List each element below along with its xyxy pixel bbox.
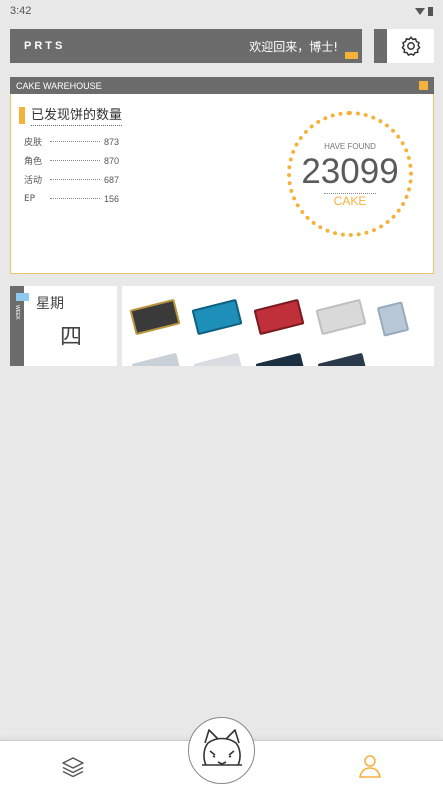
stat-row-skin: 皮肤 873 bbox=[24, 132, 119, 151]
found-counter: HAVE FOUND 23099 CAKE bbox=[287, 111, 413, 237]
stat-leader bbox=[50, 160, 100, 161]
warehouse-title: CAKE WAREHOUSE bbox=[16, 80, 102, 91]
app-logo: PRTS bbox=[24, 40, 66, 52]
cake-gallery bbox=[122, 286, 434, 366]
settings-button[interactable] bbox=[374, 29, 434, 63]
cake-card[interactable] bbox=[253, 298, 305, 336]
stat-label: EP bbox=[24, 193, 36, 204]
stat-leader bbox=[50, 141, 100, 142]
week-accent bbox=[16, 293, 29, 301]
stat-row-ep: EP 156 bbox=[24, 189, 119, 208]
found-counter-content: HAVE FOUND 23099 CAKE bbox=[291, 115, 409, 233]
cake-card[interactable] bbox=[315, 298, 367, 336]
mascot-icon bbox=[201, 728, 242, 766]
wifi-icon bbox=[415, 7, 425, 15]
stat-label: 角色 bbox=[24, 157, 43, 167]
stat-row-character: 角色 870 bbox=[24, 151, 119, 170]
found-label: HAVE FOUND bbox=[324, 142, 376, 151]
app-header: PRTS 欢迎回来，博士! bbox=[10, 29, 362, 63]
stat-row-event: 活动 687 bbox=[24, 170, 119, 189]
week-day: 四 bbox=[60, 325, 83, 350]
cake-card[interactable] bbox=[193, 352, 245, 366]
mascot-button[interactable] bbox=[188, 717, 255, 784]
week-side-text: WEEK bbox=[14, 305, 20, 320]
user-icon[interactable] bbox=[358, 753, 382, 783]
settings-stripe bbox=[374, 29, 387, 63]
settings-gear-icon bbox=[387, 29, 434, 63]
title-accent-bar bbox=[19, 106, 25, 124]
status-time: 3:42 bbox=[10, 5, 32, 17]
stat-leader bbox=[50, 179, 100, 180]
cake-card[interactable] bbox=[191, 298, 243, 336]
welcome-text: 欢迎回来，博士! bbox=[249, 39, 338, 54]
week-label: 星期 bbox=[36, 296, 64, 312]
stat-label: 活动 bbox=[24, 176, 43, 186]
cake-card[interactable] bbox=[255, 352, 307, 366]
warehouse-bar: CAKE WAREHOUSE bbox=[10, 77, 434, 94]
stat-value: 873 bbox=[103, 136, 119, 147]
status-bar: 3:42 bbox=[0, 0, 443, 22]
warehouse-panel: 已发现饼的数量 皮肤 873 角色 870 活动 687 EP 156 HAVE… bbox=[10, 94, 434, 274]
cake-card[interactable] bbox=[129, 298, 181, 336]
section-title-text: 已发现饼的数量 bbox=[31, 104, 123, 126]
layers-icon[interactable] bbox=[60, 755, 86, 783]
found-unit: CAKE bbox=[323, 193, 377, 208]
found-count: 23099 bbox=[301, 152, 399, 191]
cake-card[interactable] bbox=[131, 352, 183, 366]
stat-leader bbox=[50, 198, 100, 199]
header-accent bbox=[345, 52, 358, 59]
warehouse-accent bbox=[419, 81, 428, 90]
stat-value: 687 bbox=[103, 174, 119, 185]
section-title: 已发现饼的数量 bbox=[19, 104, 123, 126]
stat-value: 870 bbox=[103, 155, 119, 166]
cake-card[interactable] bbox=[376, 301, 410, 337]
stat-label: 皮肤 bbox=[24, 138, 43, 148]
stat-value: 156 bbox=[103, 193, 119, 204]
cake-card[interactable] bbox=[317, 352, 369, 366]
week-side-label: WEEK bbox=[10, 286, 29, 366]
battery-icon bbox=[428, 6, 433, 16]
stats-list: 皮肤 873 角色 870 活动 687 EP 156 bbox=[24, 132, 119, 208]
status-icons bbox=[415, 6, 433, 16]
week-card[interactable]: WEEK 星期 四 bbox=[10, 286, 117, 366]
